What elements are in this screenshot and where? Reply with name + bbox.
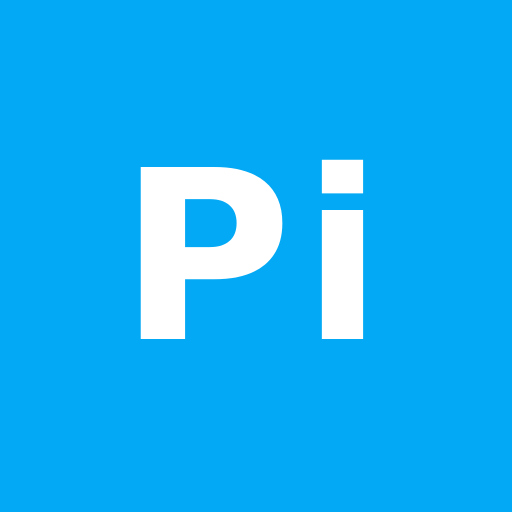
avatar-initials: Pi [119, 120, 393, 395]
avatar: Pi [0, 0, 512, 512]
